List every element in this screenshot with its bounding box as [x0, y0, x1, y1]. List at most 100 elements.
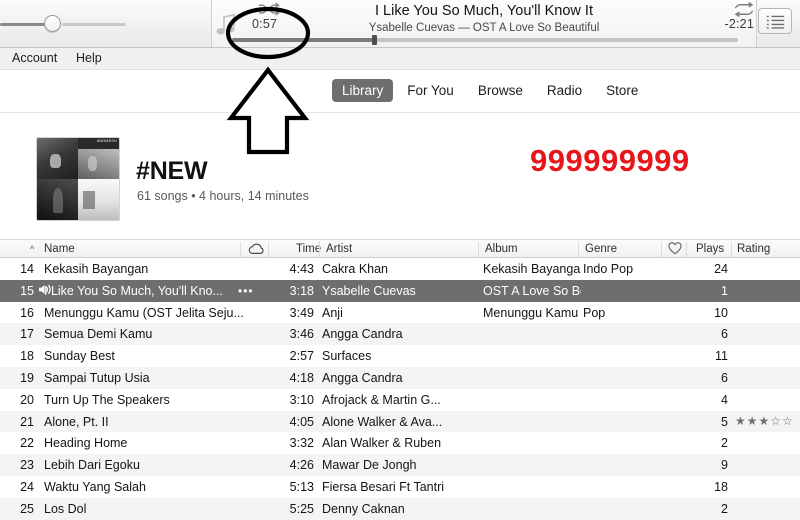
table-row[interactable]: 19 Sampai Tutup Usia 4:18 Angga Candra 6 [0, 366, 800, 389]
column-header-rating[interactable]: Rating [737, 243, 770, 255]
track-artist: Angga Candra [322, 327, 403, 342]
track-time: 3:10 [289, 392, 314, 407]
track-rating[interactable]: ★★★☆☆ [735, 414, 797, 428]
track-index: 25 [20, 501, 34, 516]
table-row[interactable]: 18 Sunday Best 2:57 Surfaces 11 [0, 345, 800, 367]
track-name: Sampai Tutup Usia [44, 370, 150, 385]
table-row[interactable]: 15 I Like You So Much, You'll Kno... ••• 3:… [0, 279, 800, 302]
tab-radio[interactable]: Radio [537, 79, 592, 102]
playlist-artwork[interactable]: ANOMESH [36, 137, 120, 221]
column-divider [240, 242, 241, 257]
track-time: 3:32 [289, 436, 314, 451]
track-time: 3:49 [289, 305, 314, 320]
artwork-tile-4 [78, 179, 119, 220]
track-plays: 9 [721, 458, 728, 473]
track-name: Turn Up The Speakers [44, 392, 170, 407]
track-artist: Surfaces [322, 349, 372, 364]
player-toolbar: I Like You So Much, You'll Know It Ysabe… [0, 0, 800, 48]
track-time: 3:46 [289, 327, 314, 342]
track-plays: 24 [714, 262, 728, 276]
track-plays: 6 [721, 370, 728, 385]
track-artist: Ysabelle Cuevas [322, 283, 416, 298]
track-name: Los Dol [44, 501, 87, 516]
track-index: 18 [20, 349, 34, 364]
now-playing-title: I Like You So Much, You'll Know It [374, 3, 593, 19]
table-row[interactable]: 17 Semua Demi Kamu 3:46 Angga Candra 6 [0, 323, 800, 346]
track-name: Sunday Best [44, 349, 115, 364]
column-divider [478, 242, 479, 257]
column-header-plays[interactable]: Plays [696, 243, 724, 255]
column-divider [731, 242, 732, 257]
track-artist: Fiersa Besari Ft Tantri [322, 479, 445, 494]
track-name: Semua Demi Kamu [44, 327, 153, 342]
menu-item-help[interactable]: Help [72, 51, 106, 65]
column-divider [661, 242, 662, 257]
track-index: 19 [20, 370, 34, 385]
playback-progress-slider[interactable] [232, 35, 738, 45]
track-time: 5:25 [289, 501, 314, 516]
column-header-time[interactable]: Time [296, 243, 321, 255]
repeat-icon[interactable] [732, 2, 756, 17]
track-plays: 2 [721, 436, 728, 451]
shuffle-icon[interactable] [258, 2, 280, 16]
track-name: Kekasih Bayangan [44, 262, 149, 276]
playlist-title: #NEW [136, 157, 208, 185]
column-divider [686, 242, 687, 257]
table-row[interactable]: 25 Los Dol 5:25 Denny Caknan 2 [0, 497, 800, 520]
track-index: 17 [20, 327, 34, 342]
table-row[interactable]: 14 Kekasih Bayangan 4:43 Cakra Khan Kekasih … [0, 258, 800, 280]
track-plays: 11 [715, 349, 728, 364]
column-header-album[interactable]: Album [485, 243, 518, 255]
table-row[interactable]: 16 Menunggu Kamu (OST Jelita Seju... 3:49 A… [0, 302, 800, 324]
artwork-tile-1 [37, 138, 78, 179]
nav-bar: Library For You Browse Radio Store [0, 70, 800, 113]
table-row[interactable]: 20 Turn Up The Speakers 3:10 Afrojack & Mar… [0, 389, 800, 411]
tab-library[interactable]: Library [332, 79, 394, 102]
column-divider [578, 242, 579, 257]
sort-caret-icon: ^ [30, 244, 35, 254]
volume-slider[interactable] [0, 15, 130, 32]
track-name: Lebih Dari Egoku [44, 458, 140, 473]
heart-icon [668, 242, 682, 258]
track-artist: Denny Caknan [322, 501, 405, 516]
queue-button[interactable] [758, 8, 792, 34]
track-artist: Alan Walker & Ruben [322, 436, 442, 451]
track-name: Waktu Yang Salah [44, 479, 146, 494]
track-genre: Pop [583, 305, 606, 320]
track-index: 22 [20, 436, 34, 451]
tab-for-you[interactable]: For You [397, 79, 464, 102]
progress-fill [232, 38, 374, 42]
itunes-window: I Like You So Much, You'll Know It Ysabe… [0, 0, 800, 520]
track-index: 21 [20, 414, 34, 429]
table-row[interactable]: 24 Waktu Yang Salah 5:13 Fiersa Besari Ft T… [0, 476, 800, 498]
track-index: 20 [20, 392, 34, 407]
column-header-genre[interactable]: Genre [585, 243, 617, 255]
table-row[interactable]: 21 Alone, Pt. II 4:05 Alone Walker & Ava...… [0, 410, 800, 433]
track-artist: Anji [322, 305, 343, 320]
track-plays: 5 [721, 414, 728, 429]
track-artist: Cakra Khan [322, 262, 389, 276]
progress-knob[interactable] [372, 35, 377, 45]
table-row[interactable]: 22 Heading Home 3:32 Alan Walker & Ruben 2 [0, 432, 800, 454]
column-divider [319, 242, 320, 257]
column-header-artist[interactable]: Artist [326, 243, 352, 255]
track-index: 15 [20, 283, 34, 298]
track-index: 16 [20, 305, 34, 320]
table-row[interactable]: 23 Lebih Dari Egoku 4:26 Mawar De Jongh 9 [0, 454, 800, 476]
tab-store[interactable]: Store [596, 79, 648, 102]
track-overflow-menu-icon[interactable]: ••• [238, 284, 254, 298]
track-index: 24 [20, 479, 34, 494]
track-name: I Like You So Much, You'll Kno... [44, 283, 223, 298]
tab-browse[interactable]: Browse [468, 79, 533, 102]
volume-knob[interactable] [44, 15, 61, 32]
track-table: ^ Name Time Artist Album Genre Plays Rat… [0, 239, 800, 520]
track-album: Kekasih Bayangan -... [483, 262, 581, 276]
track-genre: Indo Pop [583, 262, 634, 276]
playlist-subtitle: 61 songs • 4 hours, 14 minutes [137, 189, 309, 203]
nav-tabs: Library For You Browse Radio Store [332, 79, 648, 102]
table-column-headers: ^ Name Time Artist Album Genre Plays Rat… [0, 239, 800, 258]
track-plays: 4 [721, 392, 728, 407]
column-header-name[interactable]: Name [44, 243, 75, 255]
column-divider [268, 242, 269, 257]
menu-item-account[interactable]: Account [8, 51, 61, 65]
